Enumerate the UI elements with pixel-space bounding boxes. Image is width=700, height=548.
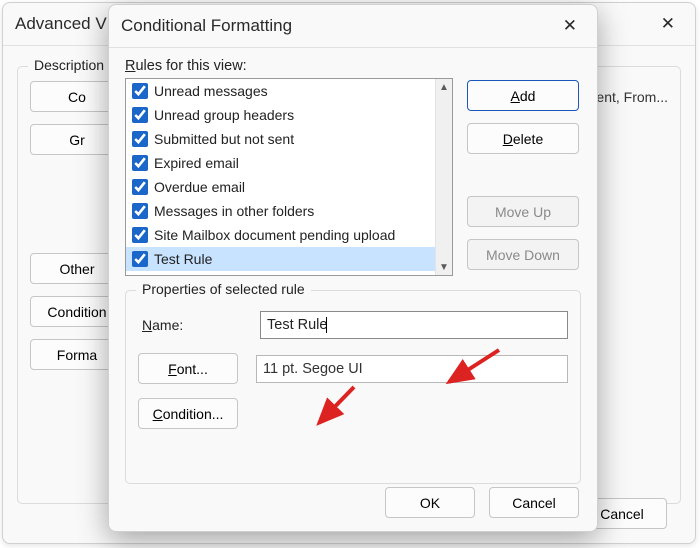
rules-list-item[interactable]: Site Mailbox document pending upload — [126, 223, 436, 247]
rule-label: Unread group headers — [154, 107, 294, 123]
rules-scrollbar[interactable]: ▲ ▼ — [435, 79, 452, 275]
cancel-button[interactable]: Cancel — [489, 487, 579, 518]
rules-listbox[interactable]: Unread messages Unread group headers Submi… — [125, 78, 453, 276]
rule-checkbox[interactable] — [132, 179, 148, 195]
cond-title: Conditional Formatting — [121, 16, 292, 36]
rule-checkbox[interactable] — [132, 83, 148, 99]
cond-titlebar: Conditional Formatting ✕ — [109, 5, 597, 48]
delete-button[interactable]: Delete — [467, 123, 579, 154]
rule-checkbox[interactable] — [132, 155, 148, 171]
rules-label: Rules for this view: — [125, 58, 581, 74]
rule-label: Expired email — [154, 155, 239, 171]
rule-label: Messages in other folders — [154, 203, 314, 219]
name-label: Name: — [138, 317, 250, 333]
rule-label: Test Rule — [154, 251, 212, 267]
condition-button[interactable]: Condition... — [138, 398, 238, 429]
scroll-down-icon[interactable]: ▼ — [436, 259, 452, 275]
properties-group: Properties of selected rule Name: Test R… — [125, 290, 581, 484]
move-down-button: Move Down — [467, 239, 579, 270]
rule-checkbox[interactable] — [132, 131, 148, 147]
add-button[interactable]: Add — [467, 80, 579, 111]
rules-list-item[interactable]: Overdue email — [126, 175, 436, 199]
move-up-button: Move Up — [467, 196, 579, 227]
rules-list-item[interactable]: Test Rule — [126, 247, 436, 271]
font-description: 11 pt. Segoe UI — [256, 355, 568, 383]
rule-label: Submitted but not sent — [154, 131, 294, 147]
adv-description-title: Description — [28, 57, 110, 73]
cond-close-icon[interactable]: ✕ — [555, 12, 585, 40]
rule-label: Unread messages — [154, 83, 268, 99]
rules-list-item[interactable]: Expired email — [126, 151, 436, 175]
rule-checkbox[interactable] — [132, 107, 148, 123]
rules-list-item[interactable]: Unread group headers — [126, 103, 436, 127]
font-button[interactable]: Font... — [138, 353, 238, 384]
rule-checkbox[interactable] — [132, 251, 148, 267]
adv-columns-desc: ent, From... — [596, 89, 668, 105]
rule-label: Overdue email — [154, 179, 245, 195]
rule-checkbox[interactable] — [132, 227, 148, 243]
rules-list-item[interactable]: Unread messages — [126, 79, 436, 103]
rule-label: Site Mailbox document pending upload — [154, 227, 395, 243]
properties-title: Properties of selected rule — [136, 281, 311, 297]
rules-list-item[interactable]: Submitted but not sent — [126, 127, 436, 151]
conditional-formatting-dialog: Conditional Formatting ✕ Rules for this … — [108, 4, 598, 532]
name-input[interactable]: Test Rule — [260, 311, 568, 339]
rules-list-item[interactable]: Messages in other folders — [126, 199, 436, 223]
ok-button[interactable]: OK — [385, 487, 475, 518]
adv-close-icon[interactable]: ✕ — [653, 10, 683, 38]
scroll-up-icon[interactable]: ▲ — [436, 79, 452, 95]
adv-title: Advanced V — [15, 14, 107, 34]
rule-checkbox[interactable] — [132, 203, 148, 219]
